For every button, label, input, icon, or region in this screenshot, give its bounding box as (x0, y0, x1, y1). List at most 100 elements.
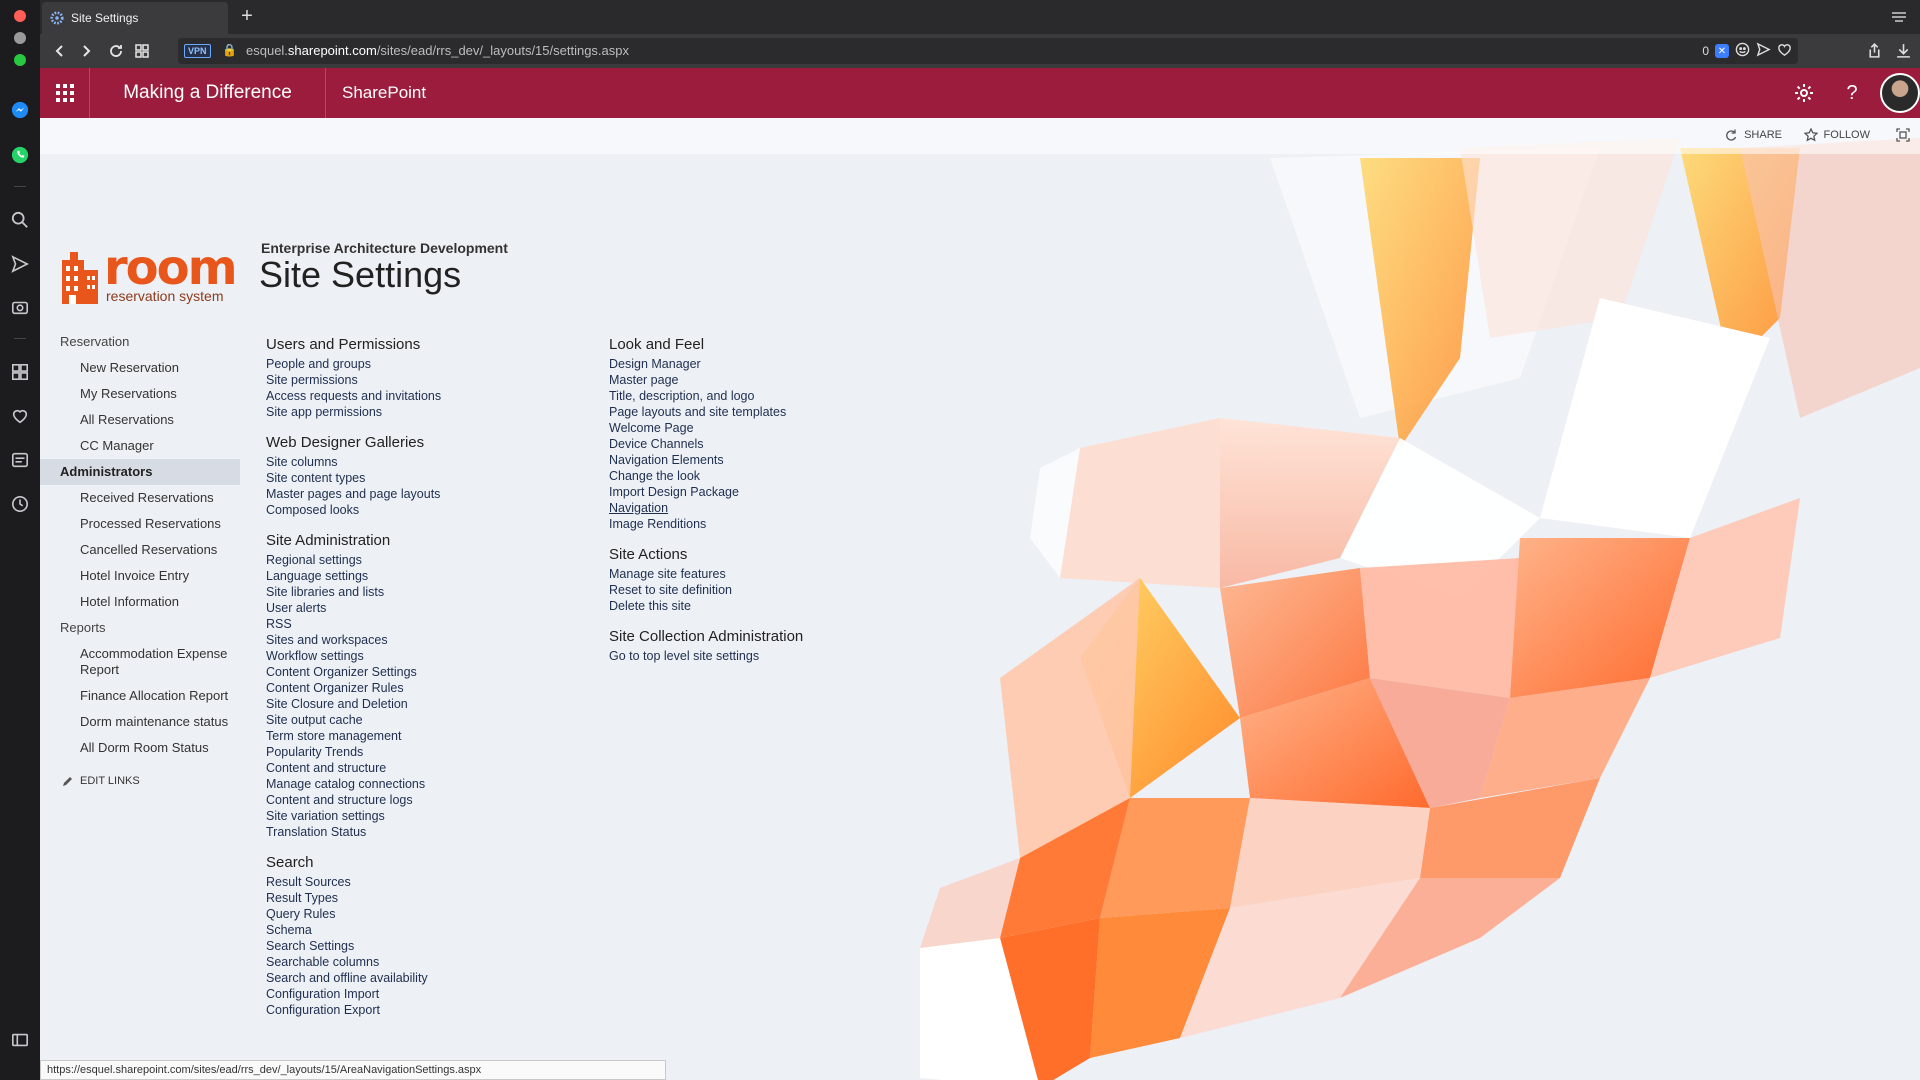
nav-item-all-dorm-room-status[interactable]: All Dorm Room Status (40, 735, 240, 761)
link-delete-site[interactable]: Delete this site (609, 598, 939, 614)
link-site-variation-settings[interactable]: Site variation settings (266, 808, 596, 824)
link-content-structure-logs[interactable]: Content and structure logs (266, 792, 596, 808)
link-image-renditions[interactable]: Image Renditions (609, 516, 939, 532)
link-popularity-trends[interactable]: Popularity Trends (266, 744, 596, 760)
nav-heading-administrators[interactable]: Administrators (40, 459, 240, 485)
nav-item-hotel-information[interactable]: Hotel Information (40, 589, 240, 615)
link-regional-settings[interactable]: Regional settings (266, 552, 596, 568)
link-configuration-export[interactable]: Configuration Export (266, 1002, 596, 1018)
sidebar-toggle-icon[interactable] (8, 1028, 32, 1052)
tab-site-settings[interactable]: Site Settings (42, 2, 228, 34)
tab-grid-icon[interactable] (132, 41, 152, 61)
link-site-content-types[interactable]: Site content types (266, 470, 596, 486)
help-icon[interactable]: ? (1840, 81, 1864, 105)
nav-item-dorm-maintenance-status[interactable]: Dorm maintenance status (40, 709, 240, 735)
reload-icon[interactable] (106, 41, 126, 61)
nav-item-accommodation-expense-report[interactable]: Accommodation Expense Report (40, 641, 240, 683)
link-result-sources[interactable]: Result Sources (266, 874, 596, 890)
link-schema[interactable]: Schema (266, 922, 596, 938)
back-icon[interactable] (50, 41, 70, 61)
link-welcome-page[interactable]: Welcome Page (609, 420, 939, 436)
link-catalog-connections[interactable]: Manage catalog connections (266, 776, 596, 792)
link-access-requests[interactable]: Access requests and invitations (266, 388, 596, 404)
link-search-offline[interactable]: Search and offline availability (266, 970, 596, 986)
app-launcher-button[interactable] (40, 68, 90, 118)
settings-gear-icon[interactable] (1792, 81, 1816, 105)
speed-dial-icon[interactable] (8, 360, 32, 384)
nav-item-received-reservations[interactable]: Received Reservations (40, 485, 240, 511)
download-icon[interactable] (1895, 42, 1912, 64)
link-navigation[interactable]: Navigation (609, 500, 939, 516)
link-design-manager[interactable]: Design Manager (609, 356, 939, 372)
minimize-window-button[interactable] (14, 32, 26, 44)
link-composed-looks[interactable]: Composed looks (266, 502, 596, 518)
nav-item-cancelled-reservations[interactable]: Cancelled Reservations (40, 537, 240, 563)
link-site-output-cache[interactable]: Site output cache (266, 712, 596, 728)
nav-item-my-reservations[interactable]: My Reservations (40, 381, 240, 407)
adblock-icon[interactable]: ✕ (1715, 44, 1729, 58)
maximize-window-button[interactable] (14, 54, 26, 66)
link-user-alerts[interactable]: User alerts (266, 600, 596, 616)
share-button[interactable]: SHARE (1724, 128, 1782, 142)
nav-item-hotel-invoice-entry[interactable]: Hotel Invoice Entry (40, 563, 240, 589)
link-reset-site-definition[interactable]: Reset to site definition (609, 582, 939, 598)
sharepoint-link[interactable]: SharePoint (342, 68, 426, 118)
link-searchable-columns[interactable]: Searchable columns (266, 954, 596, 970)
link-import-design-package[interactable]: Import Design Package (609, 484, 939, 500)
link-configuration-import[interactable]: Configuration Import (266, 986, 596, 1002)
emoji-icon[interactable] (1735, 42, 1750, 60)
nav-heading-reservation[interactable]: Reservation (40, 329, 240, 355)
link-top-level-site-settings[interactable]: Go to top level site settings (609, 648, 939, 664)
link-language-settings[interactable]: Language settings (266, 568, 596, 584)
history-icon[interactable] (8, 492, 32, 516)
link-term-store[interactable]: Term store management (266, 728, 596, 744)
link-rss[interactable]: RSS (266, 616, 596, 632)
messenger-icon[interactable] (8, 98, 32, 122)
link-master-pages[interactable]: Master pages and page layouts (266, 486, 596, 502)
focus-mode-icon[interactable] (1896, 128, 1910, 142)
forward-icon[interactable] (76, 41, 96, 61)
send-icon[interactable] (8, 252, 32, 276)
follow-button[interactable]: FOLLOW (1803, 128, 1870, 142)
link-title-description-logo[interactable]: Title, description, and logo (609, 388, 939, 404)
nav-item-all-reservations[interactable]: All Reservations (40, 407, 240, 433)
nav-item-processed-reservations[interactable]: Processed Reservations (40, 511, 240, 537)
link-content-organizer-settings[interactable]: Content Organizer Settings (266, 664, 596, 680)
link-content-organizer-rules[interactable]: Content Organizer Rules (266, 680, 596, 696)
link-site-permissions[interactable]: Site permissions (266, 372, 596, 388)
link-site-closure-deletion[interactable]: Site Closure and Deletion (266, 696, 596, 712)
site-logo[interactable]: room reservation system (60, 240, 240, 306)
nav-heading-reports[interactable]: Reports (40, 615, 240, 641)
link-site-libraries-lists[interactable]: Site libraries and lists (266, 584, 596, 600)
search-icon[interactable] (8, 208, 32, 232)
link-sites-workspaces[interactable]: Sites and workspaces (266, 632, 596, 648)
vpn-badge[interactable]: VPN (184, 44, 211, 58)
link-result-types[interactable]: Result Types (266, 890, 596, 906)
heart-icon[interactable] (8, 404, 32, 428)
link-device-channels[interactable]: Device Channels (609, 436, 939, 452)
camera-icon[interactable] (8, 295, 32, 319)
link-site-columns[interactable]: Site columns (266, 454, 596, 470)
link-site-app-permissions[interactable]: Site app permissions (266, 404, 596, 420)
link-search-settings[interactable]: Search Settings (266, 938, 596, 954)
nav-item-new-reservation[interactable]: New Reservation (40, 355, 240, 381)
link-manage-site-features[interactable]: Manage site features (609, 566, 939, 582)
close-window-button[interactable] (14, 10, 26, 22)
share-icon[interactable] (1866, 42, 1883, 64)
link-query-rules[interactable]: Query Rules (266, 906, 596, 922)
link-navigation-elements[interactable]: Navigation Elements (609, 452, 939, 468)
whatsapp-icon[interactable] (8, 143, 32, 167)
link-workflow-settings[interactable]: Workflow settings (266, 648, 596, 664)
new-tab-button[interactable]: + (236, 6, 258, 28)
address-bar[interactable]: VPN 🔒 esquel.sharepoint.com/sites/ead/rr… (178, 38, 1798, 64)
bookmark-heart-icon[interactable] (1777, 42, 1792, 60)
link-content-structure[interactable]: Content and structure (266, 760, 596, 776)
lock-icon[interactable]: 🔒 (222, 43, 237, 57)
tab-menu-icon[interactable] (1890, 9, 1908, 25)
link-people-and-groups[interactable]: People and groups (266, 356, 596, 372)
brand-link[interactable]: Making a Difference (90, 68, 326, 118)
nav-item-cc-manager[interactable]: CC Manager (40, 433, 240, 459)
news-icon[interactable] (8, 448, 32, 472)
link-change-the-look[interactable]: Change the look (609, 468, 939, 484)
link-master-page[interactable]: Master page (609, 372, 939, 388)
